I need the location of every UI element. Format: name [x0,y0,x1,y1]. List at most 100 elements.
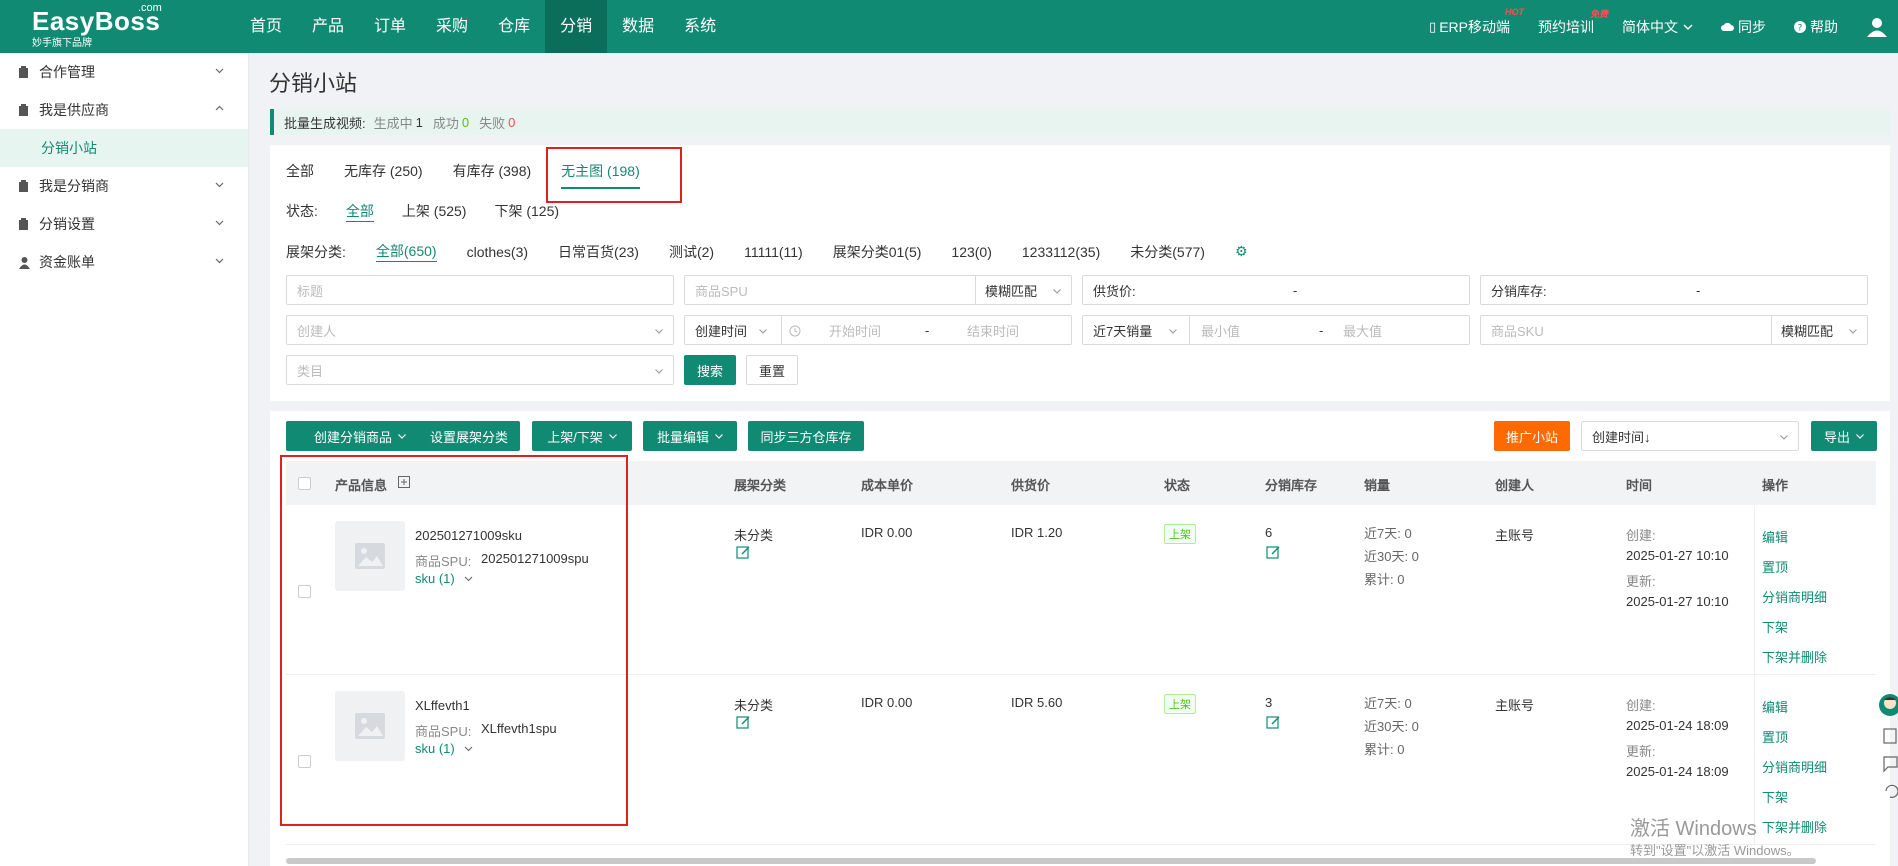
highlight-box-tab [546,147,682,203]
supply-price-range[interactable]: 供货价: - [1082,275,1470,305]
assistant-avatar-icon[interactable] [1876,692,1898,718]
col-cost: 成本单价 [861,478,914,493]
pin-top-link[interactable]: 置顶 [1762,557,1788,576]
category-option[interactable]: clothes(3) [467,244,528,260]
sync-button[interactable]: 同步 [1721,17,1766,37]
nav-product[interactable]: 产品 [297,0,359,53]
updated-label: 更新: [1626,574,1656,589]
erp-mobile-link[interactable]: ▯ ERP移动端 HOT [1429,7,1524,37]
user-avatar-icon[interactable] [1866,16,1888,38]
shelf-toggle-button[interactable]: 上架/下架 [532,421,632,451]
message-icon[interactable] [1876,749,1898,777]
free-badge: 免费 [1589,8,1608,19]
nav-distribution[interactable]: 分销 [545,0,608,53]
category-option[interactable]: 未分类(577) [1130,242,1205,262]
sku-input[interactable]: 商品SKU 模糊匹配 [1480,315,1868,345]
sales-range[interactable]: 近7天销量 最小值 - 最大值 [1082,315,1470,345]
creator-select[interactable]: 创建人 [286,315,674,345]
nav-order[interactable]: 订单 [359,0,421,53]
sidebar-item-supplier[interactable]: 我是供应商 [0,91,248,129]
category-option[interactable]: 展架分类01(5) [833,242,922,262]
sidebar-item-label: 合作管理 [39,64,95,80]
search-button[interactable]: 搜索 [684,355,736,385]
sidebar-item-cooperation[interactable]: 合作管理 [0,53,248,91]
nav-purchase[interactable]: 采购 [421,0,483,53]
off-shelf-delete-link[interactable]: 下架并删除 [1762,647,1827,666]
export-button[interactable]: 导出 [1811,421,1877,451]
category-select[interactable]: 类目 [286,355,674,385]
chevron-down-icon [215,220,224,226]
edit-link[interactable]: 编辑 [1762,527,1788,546]
top-navbar: EasyBoss .com 妙手旗下品牌 首页 产品 订单 采购 仓库 分销 数… [0,0,1898,53]
min-placeholder[interactable]: 最小值 [1201,321,1240,340]
language-label: 简体中文 [1622,18,1678,35]
category-option[interactable]: 123(0) [951,244,991,260]
category-option[interactable]: 11111(11) [744,244,803,260]
promote-store-button[interactable]: 推广小站 [1494,421,1570,451]
off-shelf-delete-link[interactable]: 下架并删除 [1762,817,1827,836]
sku-match-select[interactable]: 模糊匹配 [1781,321,1833,340]
fail-label: 失败 [479,115,506,131]
edit-icon[interactable] [1266,715,1281,730]
distributor-detail-link[interactable]: 分销商明细 [1762,757,1827,776]
chevron-down-icon [608,434,617,439]
tab-no-stock[interactable]: 无库存 (250) [344,161,423,189]
sidebar-item-billing[interactable]: 资金账单 [0,243,248,281]
chevron-up-icon [215,105,224,111]
chevron-down-icon [655,369,663,374]
status-all[interactable]: 全部 [345,201,374,222]
language-select[interactable]: 简体中文 [1622,17,1693,37]
category-option[interactable]: 日常百货(23) [558,242,639,262]
start-time-placeholder[interactable]: 开始时间 [829,321,881,340]
distributor-detail-link[interactable]: 分销商明细 [1762,587,1827,606]
end-time-placeholder[interactable]: 结束时间 [967,321,1019,340]
off-shelf-link[interactable]: 下架 [1762,617,1788,636]
chevron-down-icon [1683,24,1693,30]
nav-system[interactable]: 系统 [669,0,731,53]
refresh-icon[interactable] [1876,777,1898,805]
category-option[interactable]: 1233112(35) [1022,244,1100,260]
edit-icon[interactable] [736,715,751,730]
tab-all[interactable]: 全部 [286,161,314,189]
tab-in-stock[interactable]: 有库存 (398) [453,161,532,189]
sidebar-item-label: 我是供应商 [39,102,109,118]
status-off-shelf[interactable]: 下架 (125) [494,201,559,222]
category-option[interactable]: 测试(2) [669,242,714,262]
help-icon: ? [1794,20,1806,33]
spu-match-select[interactable]: 模糊匹配 [985,281,1037,300]
create-product-button[interactable]: 创建分销商品 [286,421,434,451]
max-placeholder[interactable]: 最大值 [1343,321,1382,340]
spu-input[interactable]: 商品SPU 模糊匹配 [684,275,1072,305]
pin-top-link[interactable]: 置顶 [1762,727,1788,746]
batch-edit-button[interactable]: 批量编辑 [643,421,737,451]
edit-icon[interactable] [1266,545,1281,560]
create-time-range[interactable]: 创建时间 开始时间 - 结束时间 [684,315,1072,345]
gear-icon[interactable]: ⚙ [1235,243,1248,260]
horizontal-scrollbar[interactable] [286,858,1816,864]
training-link[interactable]: 预约培训 免费 [1538,9,1608,37]
status-on-shelf[interactable]: 上架 (525) [402,201,467,222]
nav-warehouse[interactable]: 仓库 [483,0,545,53]
help-button[interactable]: ? 帮助 [1794,17,1838,37]
category-option[interactable]: 全部(650) [375,241,437,262]
sales-period-select[interactable]: 近7天销量 [1093,321,1152,340]
stock-value: 6 [1265,525,1273,540]
sidebar-item-distributor[interactable]: 我是分销商 [0,167,248,205]
dist-stock-range[interactable]: 分销库存: - [1480,275,1868,305]
reset-button[interactable]: 重置 [746,355,798,385]
edit-link[interactable]: 编辑 [1762,697,1788,716]
brand-logo[interactable]: EasyBoss .com 妙手旗下品牌 [32,2,162,49]
sidebar-item-settings[interactable]: 分销设置 [0,205,248,243]
edit-icon[interactable] [736,545,751,560]
create-time-select[interactable]: 创建时间 [695,321,747,340]
nav-home[interactable]: 首页 [235,0,297,53]
sync-stock-button[interactable]: 同步三方仓库存 [748,421,864,451]
title-input[interactable]: 标题 [286,275,674,305]
document-icon[interactable] [1876,721,1898,749]
set-category-button[interactable]: 设置展架分类 [418,421,520,451]
off-shelf-link[interactable]: 下架 [1762,787,1788,806]
sidebar-sub-distribution-store[interactable]: 分销小站 [0,129,248,167]
sort-select[interactable]: 创建时间↓ [1581,421,1799,451]
chevron-down-icon [215,68,224,74]
nav-data[interactable]: 数据 [607,0,669,53]
